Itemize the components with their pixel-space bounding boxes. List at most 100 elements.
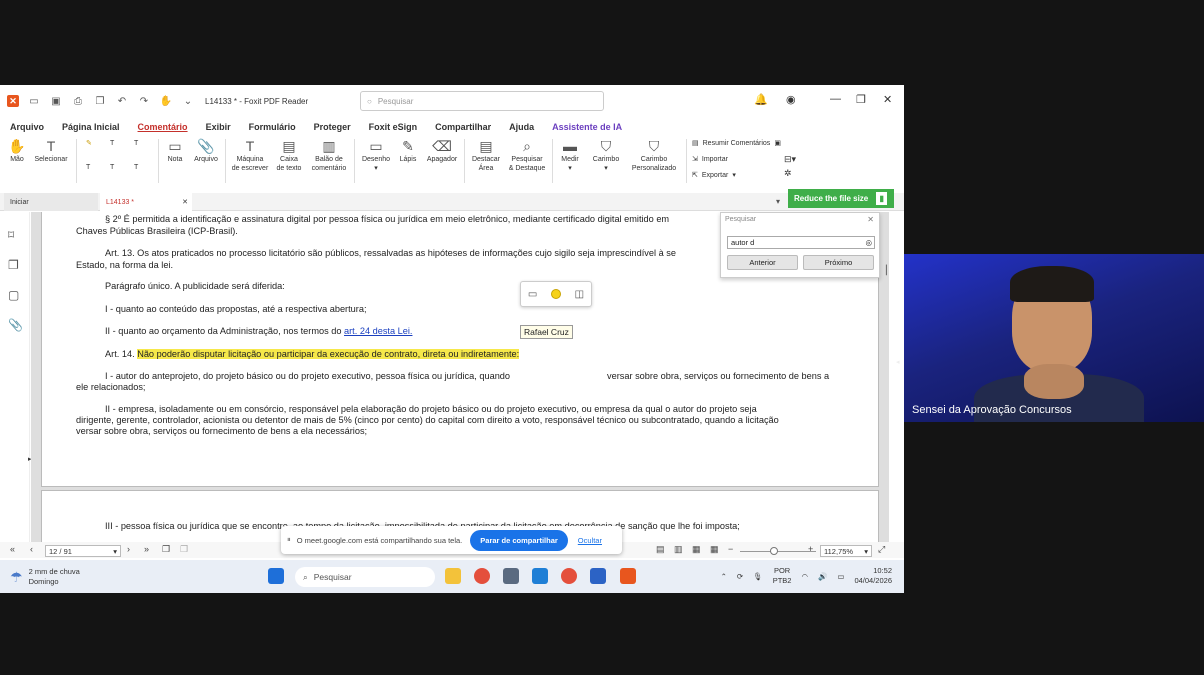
textbox-button[interactable]: ▤ Caixa de texto <box>273 137 305 173</box>
summarize-comments-button[interactable]: ▤ Resumir Comentários ▣ <box>692 139 781 148</box>
bookmark-icon[interactable]: ⌑ <box>8 228 14 242</box>
typewriter-button[interactable]: T Máquina de escrever <box>230 137 270 173</box>
measure-button[interactable]: ▬ Medir ▾ <box>556 137 584 173</box>
chrome-active-icon[interactable] <box>561 568 577 584</box>
weather-widget[interactable]: ☂ 2 mm de chuva Domingo <box>10 567 80 587</box>
search-input[interactable]: ○ Pesquisar <box>360 91 604 111</box>
color-picker-icon[interactable] <box>550 289 561 299</box>
drawing-button[interactable]: ▭ Desenho ▾ <box>358 137 394 173</box>
eraser-button[interactable]: ⌫ Apagador <box>423 137 461 164</box>
tab-home[interactable]: Iniciar <box>4 193 98 211</box>
zoom-in-icon[interactable]: + <box>808 544 813 554</box>
start-icon[interactable] <box>268 568 284 584</box>
print-icon[interactable]: ⎙ <box>71 94 85 108</box>
volume-icon[interactable]: 🔊 <box>818 572 827 581</box>
zoom-field[interactable]: 112,75% ▾ <box>820 545 872 557</box>
text-insert-icon[interactable]: T <box>134 163 138 172</box>
menu-compartilhar[interactable]: Compartilhar <box>435 122 491 132</box>
page-number-field[interactable]: 12 / 91 ▾ <box>45 545 121 557</box>
highlight-icon[interactable]: ✎ <box>86 139 92 148</box>
first-page-icon[interactable]: « <box>10 544 15 554</box>
single-page-icon[interactable]: ▤ <box>656 544 665 555</box>
bell-icon[interactable]: 🔔 <box>754 93 768 106</box>
tabs-chevron-icon[interactable]: ▾ <box>776 197 780 206</box>
find-options-icon[interactable]: ◎ <box>865 238 872 247</box>
menu-ajuda[interactable]: Ajuda <box>509 122 534 132</box>
pages-icon[interactable]: ❐ <box>8 258 19 272</box>
art24-link[interactable]: art. 24 desta Lei. <box>344 326 412 336</box>
taskbar-search[interactable]: ⌕ Pesquisar <box>295 567 435 587</box>
minimize-icon[interactable]: — <box>830 93 841 105</box>
clock[interactable]: 10:52 04/04/2026 <box>854 566 892 586</box>
foxit-taskbar-icon[interactable] <box>620 568 636 584</box>
text-replace-icon[interactable]: T <box>110 163 114 172</box>
import-button[interactable]: ⇲ Importar <box>692 155 728 164</box>
text-strike-icon[interactable]: T <box>134 139 138 148</box>
menu-proteger[interactable]: Proteger <box>314 122 351 132</box>
custom-stamp-button[interactable]: ⛉ Carimbo Personalizado <box>626 137 682 173</box>
find-next-button[interactable]: Próximo <box>803 255 874 270</box>
zoom-slider-track[interactable] <box>740 551 816 552</box>
menu-exibir[interactable]: Exibir <box>206 122 231 132</box>
stamp-button[interactable]: ⛉ Carimbo ▾ <box>588 137 624 173</box>
properties-icon[interactable]: ◫ <box>575 289 584 300</box>
hand-tool-icon[interactable]: ✋ <box>159 94 173 108</box>
calculator-icon[interactable] <box>503 568 519 584</box>
attachments-icon[interactable]: 📎 <box>8 318 23 332</box>
comments-icon[interactable]: ▢ <box>8 288 19 302</box>
menu-foxit-esign[interactable]: Foxit eSign <box>369 122 418 132</box>
select-button[interactable]: T Selecionar <box>32 137 70 164</box>
reduce-file-size-banner[interactable]: Reduce the file size ▮ <box>788 189 894 208</box>
last-page-icon[interactable]: » <box>144 544 149 554</box>
copy-icon[interactable]: ❐ <box>93 94 107 108</box>
menu-pagina-inicial[interactable]: Página Inicial <box>62 122 120 132</box>
highlight-area-button[interactable]: ▤ Destacar Área <box>468 137 504 173</box>
mic-icon[interactable]: 🎙 <box>753 572 763 581</box>
menu-arquivo[interactable]: Arquivo <box>10 122 44 132</box>
fullscreen-icon[interactable]: ⤢ <box>878 544 885 555</box>
highlighted-text[interactable]: Não poderão disputar licitação ou partic… <box>137 349 520 359</box>
hide-share-link[interactable]: Ocultar <box>578 536 602 545</box>
wifi-icon[interactable]: ◠ <box>801 572 808 581</box>
open-folder-icon[interactable]: ▭ <box>27 94 41 108</box>
file-explorer-icon[interactable] <box>445 568 461 584</box>
find-close-icon[interactable]: ✕ <box>867 215 874 224</box>
restore-icon[interactable]: ❐ <box>856 93 866 106</box>
outlook-icon[interactable] <box>590 568 606 584</box>
customize-chevron-icon[interactable]: ⌄ <box>181 94 195 108</box>
text-icon[interactable]: T <box>110 139 114 148</box>
undo-icon[interactable]: ↶ <box>115 94 129 108</box>
text-underline-icon[interactable]: T <box>86 163 90 172</box>
file-attach-button[interactable]: 📎 Arquivo <box>190 137 222 164</box>
rotate-icon[interactable]: ❐ <box>162 544 170 555</box>
tab-close-icon[interactable]: ✕ <box>182 198 188 206</box>
find-input[interactable]: autor d ◎ <box>727 236 875 249</box>
redo-icon[interactable]: ↷ <box>137 94 151 108</box>
callout-button[interactable]: ▥ Balão de comentário <box>308 137 350 173</box>
next-page-icon[interactable]: › <box>127 544 130 554</box>
find-previous-button[interactable]: Anterior <box>727 255 798 270</box>
filter-icon[interactable]: ⊟▾ <box>784 155 796 164</box>
language-indicator[interactable]: POR PTB2 <box>773 566 792 586</box>
menu-comentario[interactable]: Comentário <box>138 122 188 132</box>
stop-sharing-button[interactable]: Parar de compartilhar <box>470 529 568 551</box>
comment-icon[interactable]: ▭ <box>528 289 537 300</box>
menu-assistente-ia[interactable]: Assistente de IA <box>552 122 622 132</box>
continuous-icon[interactable]: ▥ <box>674 544 683 555</box>
search-highlight-button[interactable]: ⌕ Pesquisar & Destaque <box>505 137 549 173</box>
tab-document[interactable]: L14133 * ✕ <box>100 193 192 211</box>
facing-icon[interactable]: ▦ <box>692 544 701 555</box>
menu-formulario[interactable]: Formulário <box>249 122 296 132</box>
zoom-slider-handle[interactable] <box>770 547 778 555</box>
close-icon[interactable]: ✕ <box>883 93 892 106</box>
notepad-icon[interactable] <box>532 568 548 584</box>
account-icon[interactable]: ◉ <box>786 93 796 106</box>
pencil-button[interactable]: ✎ Lápis <box>396 137 420 164</box>
prev-page-icon[interactable]: ‹ <box>30 544 33 554</box>
sync-icon[interactable]: ⟳ <box>737 572 743 581</box>
battery-icon[interactable]: ▭ <box>837 572 844 581</box>
save-icon[interactable]: ▣ <box>49 94 63 108</box>
note-button[interactable]: ▭ Nota <box>164 137 186 164</box>
zoom-out-icon[interactable]: − <box>728 544 733 554</box>
continuous-facing-icon[interactable]: ▦ <box>710 544 719 555</box>
